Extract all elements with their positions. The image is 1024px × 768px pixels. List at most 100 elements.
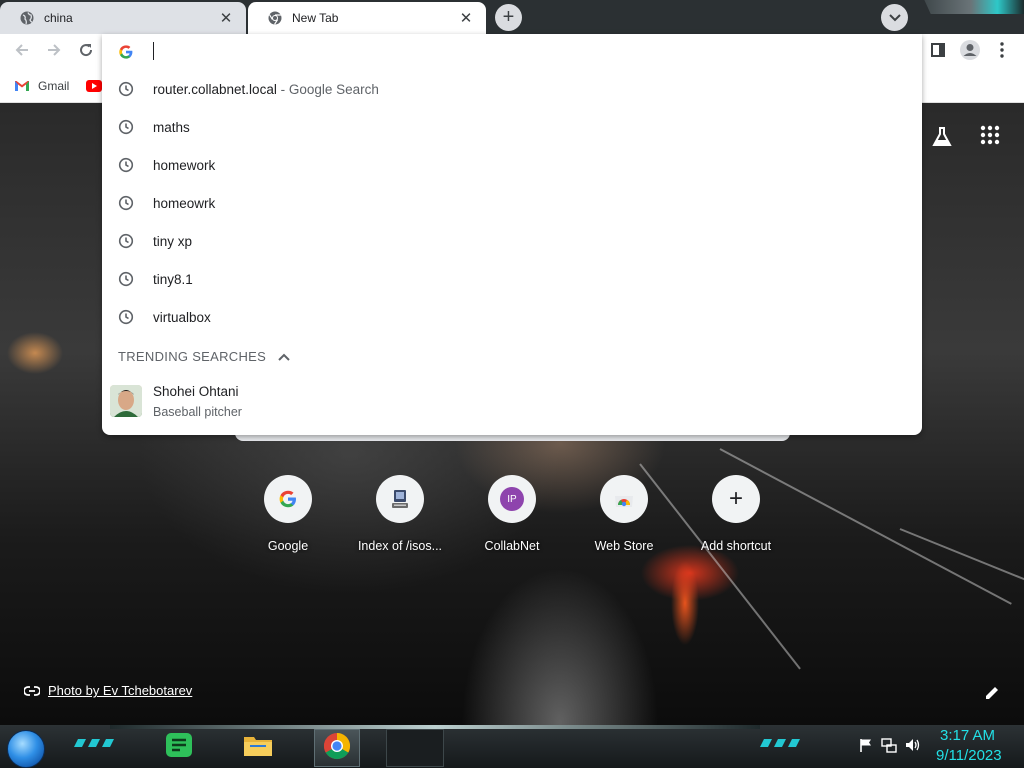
- reload-button[interactable]: [74, 40, 98, 64]
- notes-app-icon: [164, 731, 194, 764]
- suggestion-text: router.collabnet.local - Google Search: [153, 82, 379, 97]
- chrome-icon: [323, 732, 351, 765]
- shortcut-google[interactable]: Google: [232, 473, 344, 573]
- shortcut-label: Web Store: [594, 539, 654, 553]
- google-apps-icon[interactable]: [980, 125, 1000, 145]
- decor-chevrons-right: [760, 739, 800, 747]
- link-icon: [24, 685, 40, 696]
- suggestion-text: homeowrk: [153, 195, 216, 211]
- shortcut-label: Google: [267, 539, 309, 553]
- history-clock-icon: [118, 271, 134, 287]
- tab-title: New Tab: [292, 11, 339, 25]
- letter-avatar: IP: [500, 487, 524, 511]
- suggestion-suffix: Google Search: [288, 81, 379, 97]
- photo-credit-link[interactable]: Photo by Ev Tchebotarev: [48, 683, 192, 698]
- reload-icon: [78, 42, 94, 63]
- flag-icon[interactable]: [858, 737, 876, 755]
- suggestion-query: router.collabnet.local: [153, 81, 277, 97]
- taskbar-app-file-explorer[interactable]: [236, 729, 280, 765]
- profile-button[interactable]: [958, 39, 982, 66]
- address-bar[interactable]: [102, 34, 922, 70]
- kebab-menu-icon: [1000, 41, 1004, 63]
- tab-search-button[interactable]: [881, 4, 908, 31]
- bookmark-label: Gmail: [38, 79, 70, 93]
- start-button[interactable]: [7, 730, 45, 768]
- taskbar-app-notes[interactable]: [158, 729, 200, 765]
- tab-close-button[interactable]: ✕: [456, 8, 476, 28]
- tab-new-tab[interactable]: New Tab ✕: [248, 2, 486, 34]
- tab-strip: china ✕ New Tab ✕ +: [0, 0, 1024, 34]
- gmail-icon: [14, 80, 30, 92]
- folder-icon: [242, 731, 274, 764]
- network-icon[interactable]: [881, 737, 899, 755]
- globe-icon: [20, 11, 34, 25]
- suggestion-item[interactable]: tiny xp: [102, 222, 922, 260]
- clock-date[interactable]: 9/11/2023: [936, 747, 1002, 764]
- history-clock-icon: [118, 119, 134, 135]
- omnibox-dropdown: router.collabnet.local - Google Search m…: [102, 34, 922, 435]
- suggestion-text: maths: [153, 119, 190, 135]
- suggestion-item[interactable]: homework: [102, 146, 922, 184]
- suggestion-item[interactable]: router.collabnet.local - Google Search: [102, 70, 922, 108]
- chevron-up-icon[interactable]: [278, 353, 290, 361]
- trending-title: Shohei Ohtani: [153, 384, 239, 399]
- arrow-left-icon: [14, 42, 30, 63]
- chrome-icon: [268, 11, 282, 25]
- window-frame-decoration: [924, 0, 1024, 14]
- suggestion-text: homework: [153, 157, 216, 173]
- history-clock-icon: [118, 157, 134, 173]
- new-tab-button[interactable]: +: [495, 4, 522, 31]
- suggestion-item[interactable]: homeowrk: [102, 184, 922, 222]
- history-clock-icon: [118, 233, 134, 249]
- chevron-down-icon: [888, 9, 901, 27]
- trending-item[interactable]: Shohei Ohtani Baseball pitcher: [102, 380, 922, 424]
- decor-chevrons-left: [74, 739, 114, 747]
- tab-china[interactable]: china ✕: [0, 2, 246, 34]
- taskbar-app-chrome[interactable]: [314, 729, 360, 767]
- google-g-icon: [118, 44, 134, 60]
- edit-pencil-icon[interactable]: [984, 685, 1000, 701]
- back-button[interactable]: [10, 40, 34, 64]
- shortcut-label: Index of /isos...: [357, 539, 443, 553]
- taskbar: 3:17 AM 9/11/2023: [0, 725, 1024, 768]
- forward-button[interactable]: [42, 40, 66, 64]
- bookmark-gmail[interactable]: Gmail: [14, 76, 69, 96]
- taskbar-app-slot[interactable]: [386, 729, 444, 767]
- shortcut-index-of-isos[interactable]: Index of /isos...: [344, 473, 456, 573]
- bookmark-youtube[interactable]: [86, 76, 102, 96]
- photo-credit[interactable]: Photo by Ev Tchebotarev: [24, 683, 192, 698]
- menu-button[interactable]: [990, 40, 1014, 64]
- tab-title: china: [44, 11, 73, 25]
- avatar-icon: [959, 39, 981, 66]
- suggestion-text: tiny xp: [153, 233, 193, 249]
- side-panel-button[interactable]: [926, 40, 950, 64]
- trending-searches-header[interactable]: TRENDING SEARCHES: [118, 349, 290, 364]
- trending-header-label: TRENDING SEARCHES: [118, 349, 267, 364]
- suggestion-text: virtualbox: [153, 309, 211, 325]
- trending-subtitle: Baseball pitcher: [153, 405, 242, 419]
- history-clock-icon: [118, 309, 134, 325]
- volume-icon[interactable]: [904, 737, 922, 755]
- side-panel-icon: [930, 42, 946, 63]
- labs-flask-icon[interactable]: [930, 125, 954, 149]
- suggestion-item[interactable]: virtualbox: [102, 298, 922, 336]
- tab-close-button[interactable]: ✕: [216, 8, 236, 28]
- suggestion-text: tiny8.1: [153, 271, 193, 287]
- google-icon: [264, 475, 312, 523]
- shortcut-tiles: Google Index of /isos... IP CollabNet We…: [232, 473, 792, 573]
- clock-time[interactable]: 3:17 AM: [940, 727, 995, 744]
- shortcut-web-store[interactable]: Web Store: [568, 473, 680, 573]
- history-clock-icon: [118, 195, 134, 211]
- text-caret: [153, 42, 154, 60]
- shortcut-label: CollabNet: [484, 539, 540, 553]
- suggestion-item[interactable]: tiny8.1: [102, 260, 922, 298]
- chrome-web-store-icon: [600, 475, 648, 523]
- plus-glyph: +: [728, 485, 743, 512]
- trending-thumbnail: [110, 385, 142, 417]
- server-icon: [376, 475, 424, 523]
- suggestion-item[interactable]: maths: [102, 108, 922, 146]
- plus-icon: +: [712, 475, 760, 523]
- shortcut-add[interactable]: + Add shortcut: [680, 473, 792, 573]
- collabnet-icon: IP: [488, 475, 536, 523]
- shortcut-collabnet[interactable]: IP CollabNet: [456, 473, 568, 573]
